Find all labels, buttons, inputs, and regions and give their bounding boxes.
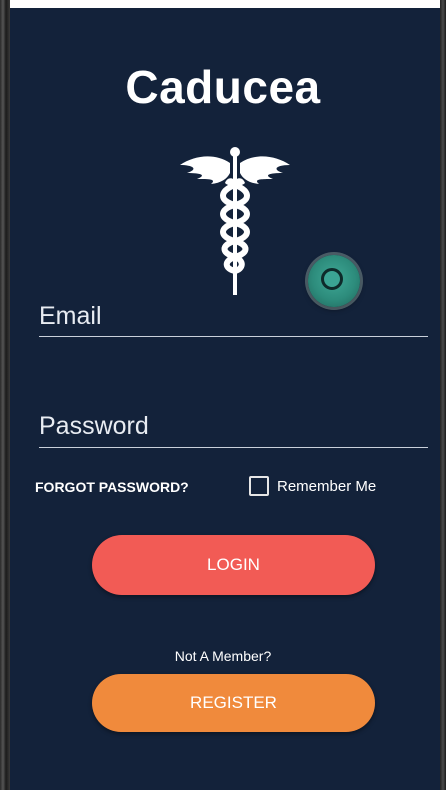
remember-me-checkbox[interactable] xyxy=(249,476,269,496)
app-title: Caducea xyxy=(125,61,321,113)
floating-action-button[interactable] xyxy=(308,255,360,307)
login-screen: Caducea Email Password FORGOT PASSWORD? … xyxy=(10,8,440,790)
email-underline xyxy=(39,336,428,337)
login-button[interactable]: LOGIN xyxy=(92,535,375,595)
remember-me-label: Remember Me xyxy=(277,478,377,495)
password-field[interactable]: Password xyxy=(39,412,149,441)
password-underline xyxy=(39,447,428,448)
email-field[interactable]: Email xyxy=(39,302,102,331)
forgot-password-link[interactable]: FORGOT PASSWORD? xyxy=(35,479,189,495)
device-frame-right xyxy=(440,0,446,790)
caduceus-icon xyxy=(180,147,290,295)
device-frame-left xyxy=(0,0,10,790)
register-button[interactable]: REGISTER xyxy=(92,674,375,732)
not-member-text: Not A Member? xyxy=(174,648,272,664)
